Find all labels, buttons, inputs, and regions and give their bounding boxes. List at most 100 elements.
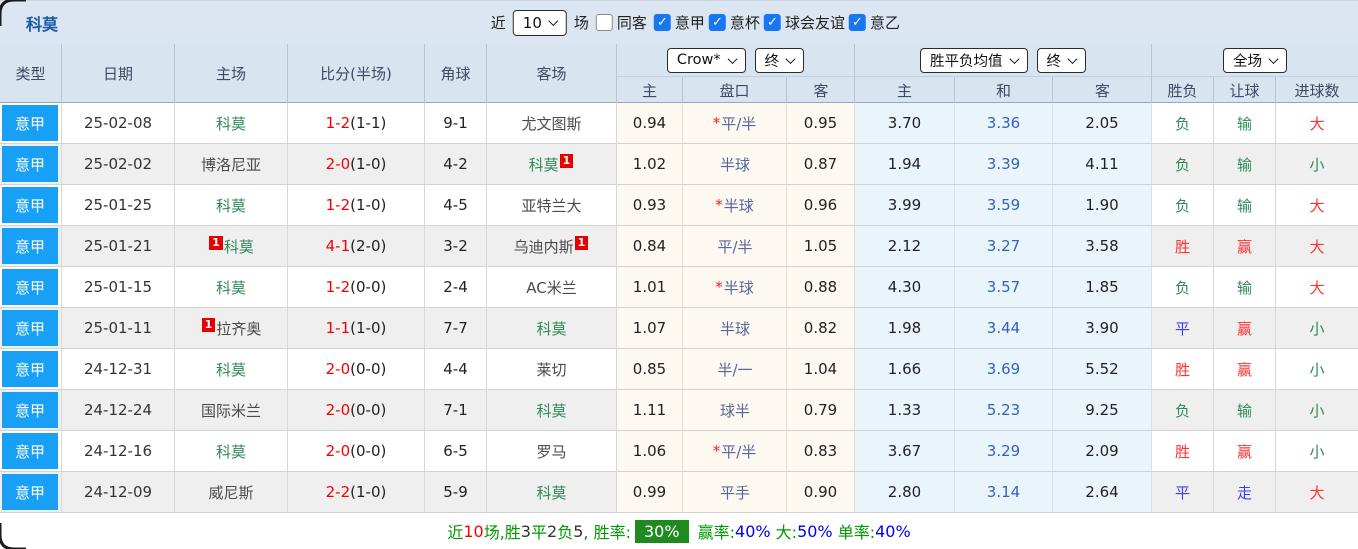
- home-team-name: 科莫: [215, 196, 246, 215]
- ah-handicap-line: * 半球: [683, 267, 787, 307]
- home-team: 科莫: [175, 267, 288, 307]
- table-row: 意甲 24-12-09 威尼斯 2-2 (1-0) 5-9 科莫 0.99 平手 …: [0, 472, 1358, 513]
- half-time-score: (1-0): [350, 155, 387, 173]
- table-row: 意甲 25-02-02 博洛尼亚 2-0 (1-0) 4-2 科莫 1 1.02 半…: [0, 144, 1358, 185]
- handicap-text: 半球: [719, 319, 750, 338]
- result-wdl: 胜: [1152, 349, 1214, 389]
- score-cell: 1-1 (1-0): [288, 308, 425, 348]
- odds-company-select[interactable]: Crow*: [666, 47, 746, 73]
- euro-company-select[interactable]: 胜平负均值: [920, 47, 1028, 73]
- eu-draw-odds: 3.36: [955, 103, 1053, 143]
- matches-label: 场: [573, 14, 589, 32]
- ah-home-odds: 1.07: [617, 308, 683, 348]
- ah-handicap-line: 球半: [683, 390, 787, 430]
- chevron-down-icon: [548, 16, 559, 27]
- league-badge: 意甲: [2, 105, 58, 141]
- away-team-name: 尤文图斯: [521, 114, 582, 133]
- euro-time-select[interactable]: 终: [1036, 47, 1086, 73]
- result-handicap: 赢: [1214, 308, 1276, 348]
- corner-score: 5-9: [425, 472, 487, 512]
- league-badge: 意甲: [2, 474, 58, 510]
- home-team: 威尼斯: [175, 472, 288, 512]
- league-filter[interactable]: 意乙: [848, 12, 900, 33]
- ah-away-odds: 0.82: [787, 308, 855, 348]
- summary-segment: 场,: [483, 523, 505, 542]
- result-goals: 大: [1309, 278, 1325, 297]
- table-row: 意甲 24-12-31 科莫 2-0 (0-0) 4-4 莱切 0.85 半/一 …: [0, 349, 1358, 390]
- handicap-text: 平/半: [721, 114, 757, 133]
- summary-segment: 近: [447, 523, 464, 542]
- summary-segment: 30%: [634, 519, 689, 543]
- league-cell: 意甲: [0, 472, 62, 512]
- away-team-name: 科莫: [536, 319, 567, 338]
- league-cell: 意甲: [0, 226, 62, 266]
- eu-away-odds: 5.52: [1053, 349, 1152, 389]
- ah-home-odds: 0.99: [617, 472, 683, 512]
- result-wdl: 平: [1152, 308, 1214, 348]
- league-checkbox[interactable]: [653, 14, 671, 31]
- handicap-text: 半/一: [717, 360, 753, 379]
- league-filter[interactable]: 意甲: [653, 12, 705, 33]
- odds-time-value: 终: [764, 53, 780, 70]
- away-team: 莱切: [487, 349, 617, 389]
- odds-time-select[interactable]: 终: [754, 47, 805, 73]
- eu-home-odds: 1.33: [855, 390, 955, 430]
- chevron-down-icon: [1009, 53, 1019, 64]
- league-cell: 意甲: [0, 349, 62, 389]
- eu-draw-odds: 3.59: [955, 185, 1053, 225]
- full-time-score: 2-0: [325, 442, 351, 460]
- result-goals: 大: [1309, 114, 1325, 133]
- summary-segment: 40%: [735, 521, 771, 541]
- home-team-name: 科莫: [215, 360, 246, 379]
- col-header-away: 客场: [487, 44, 617, 103]
- col-header-eu-draw: 和: [955, 77, 1053, 103]
- summary-segment: 40%: [875, 521, 911, 541]
- league-checkbox[interactable]: [763, 14, 781, 31]
- eu-home-odds: 2.12: [855, 226, 955, 266]
- league-filter[interactable]: 意杯: [708, 12, 760, 33]
- col-header-score: 比分(半场): [288, 44, 425, 103]
- summary-segment: 2: [547, 521, 558, 541]
- league-cell: 意甲: [0, 185, 62, 225]
- eu-draw-odds: 3.69: [955, 349, 1053, 389]
- ah-handicap-line: 半/一: [683, 349, 787, 389]
- league-filter[interactable]: 球会友谊: [763, 12, 845, 33]
- result-scope-select[interactable]: 全场: [1223, 47, 1287, 73]
- full-time-score: 1-1: [325, 319, 351, 337]
- eu-home-odds: 1.66: [855, 349, 955, 389]
- summary-segment: 3: [520, 521, 531, 541]
- table-row: 意甲 24-12-24 国际米兰 2-0 (0-0) 7-1 科莫 1.11 球半…: [0, 390, 1358, 431]
- away-team-name: AC米兰: [526, 278, 577, 297]
- league-cell: 意甲: [0, 308, 62, 348]
- league-checkbox[interactable]: [848, 14, 866, 31]
- result-goals: 小: [1276, 308, 1358, 348]
- league-badge: 意甲: [2, 269, 58, 305]
- col-header-eu-away: 客: [1094, 81, 1110, 100]
- ah-away-odds: 0.87: [787, 144, 855, 184]
- away-team-name: 罗马: [536, 442, 567, 461]
- eu-home-odds: 4.30: [855, 267, 955, 307]
- league-filter-label: 意甲: [674, 14, 705, 32]
- result-handicap: 赢: [1214, 349, 1276, 389]
- away-team: 罗马: [487, 431, 617, 471]
- result-goals: 大: [1276, 226, 1358, 266]
- eu-home-odds: 3.99: [855, 185, 955, 225]
- half-time-score: (0-0): [350, 278, 387, 296]
- result-wdl: 胜: [1152, 226, 1214, 266]
- score-cell: 2-0 (1-0): [288, 144, 425, 184]
- star-marker: *: [712, 442, 721, 460]
- score-cell: 2-2 (1-0): [288, 472, 425, 512]
- same-away-checkbox[interactable]: [595, 14, 613, 31]
- corner-score: 7-7: [425, 308, 487, 348]
- result-handicap: 输: [1214, 267, 1276, 307]
- col-header-wdl: 胜负: [1152, 77, 1214, 103]
- recent-count-select[interactable]: 10: [512, 9, 567, 36]
- result-handicap: 输: [1214, 103, 1276, 143]
- league-badge: 意甲: [2, 310, 58, 346]
- league-checkbox[interactable]: [708, 14, 726, 31]
- eu-draw-odds: 5.23: [955, 390, 1053, 430]
- match-date: 25-02-08: [62, 103, 175, 143]
- ah-home-odds: 0.84: [617, 226, 683, 266]
- same-away-filter[interactable]: 同客: [595, 12, 647, 33]
- eu-away-odds: 4.11: [1053, 144, 1152, 184]
